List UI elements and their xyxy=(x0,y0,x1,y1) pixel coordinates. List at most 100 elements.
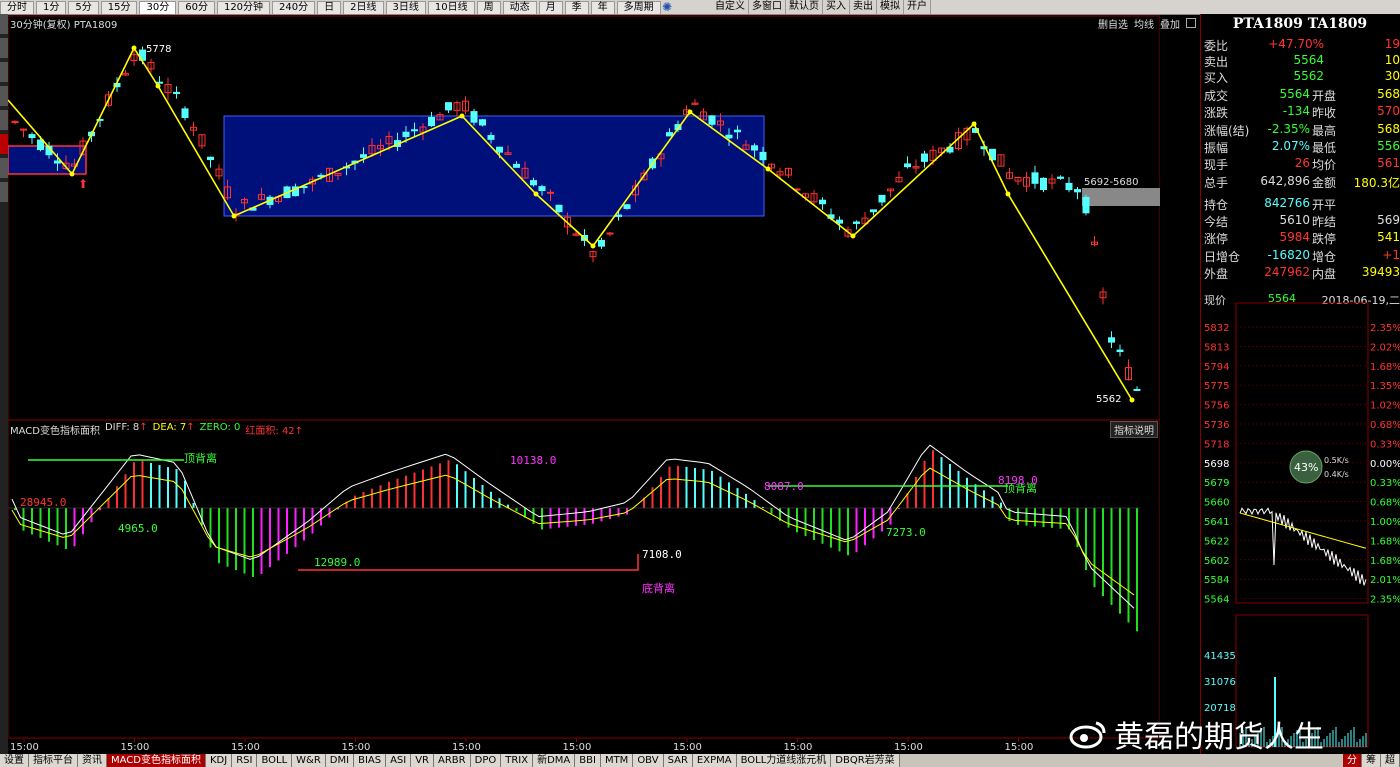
quote-value: 5564 xyxy=(1279,87,1310,101)
quote-value: 569 xyxy=(1377,213,1400,228)
period-tab[interactable]: 分时 xyxy=(0,1,34,14)
quote-label: 日增仓 xyxy=(1204,249,1241,264)
red-area-label: 红面积: 42↑ xyxy=(245,426,304,437)
side-tab-active[interactable] xyxy=(0,134,8,154)
indicator-tab[interactable]: 新DMA xyxy=(533,754,576,767)
period-tab[interactable]: 1分 xyxy=(36,1,67,14)
quote-label: 跌停 xyxy=(1312,232,1337,247)
low-annotation: 5562 xyxy=(1096,394,1121,405)
mini-price-label: 5813 xyxy=(1204,342,1229,353)
indicator-tab[interactable]: BOLL xyxy=(257,754,293,767)
indicator-tab[interactable]: MACD变色指标面积 xyxy=(107,754,206,767)
indicator-tab[interactable]: DBQR岩芳菜 xyxy=(831,754,900,767)
macd-area-label: 12989.0 xyxy=(314,556,360,569)
side-tab[interactable] xyxy=(0,14,8,34)
side-tab[interactable] xyxy=(0,110,8,130)
period-tab[interactable]: 日 xyxy=(317,1,342,14)
indicator-tab[interactable]: BBI xyxy=(575,754,601,767)
quote-label: 均价 xyxy=(1312,158,1337,173)
indicator-tab[interactable]: KDJ xyxy=(205,754,233,767)
period-tab[interactable]: 月 xyxy=(538,1,563,14)
zigzag-vertex xyxy=(971,121,977,127)
indicator-tab[interactable]: DPO xyxy=(470,754,502,767)
indicator-tab[interactable]: BIAS xyxy=(354,754,387,767)
indicator-tab[interactable]: DMI xyxy=(325,754,355,767)
bottom-right-tab[interactable]: 超 xyxy=(1381,754,1400,767)
indicator-tab[interactable]: ASI xyxy=(386,754,412,767)
mini-volume-label: 31076 xyxy=(1204,677,1236,688)
indicator-tab[interactable]: W&R xyxy=(292,754,326,767)
indicator-tab[interactable]: 设置 xyxy=(0,754,29,767)
intraday-mini-chart[interactable]: 5832 2.35% 5813 2.02% 5794 1.68% 5775 1.35% 5756… xyxy=(1200,285,1400,755)
kline-chart-area[interactable]: 579057505710567056305590⬆577855625692-56… xyxy=(8,14,1160,753)
ma-link[interactable]: 均线 xyxy=(1134,16,1154,31)
period-tab[interactable]: 5分 xyxy=(68,1,99,14)
macd-legend: MACD变色指标面积 DIFF: 8↑ DEA: 7↑ ZERO: 0 红面积:… xyxy=(10,422,303,437)
quote-extra: 19 xyxy=(1384,37,1400,51)
indicator-help-button[interactable]: 指标说明 xyxy=(1110,421,1158,438)
mini-pct-label: 1.00% xyxy=(1370,517,1400,528)
mini-pct-label: 0.68% xyxy=(1370,420,1400,431)
window-box-icon[interactable] xyxy=(1186,18,1196,28)
period-tab[interactable]: 60分 xyxy=(178,1,215,14)
candle-body xyxy=(181,108,189,118)
macd-name[interactable]: MACD变色指标面积 xyxy=(10,422,100,437)
quote-label: 振幅 xyxy=(1204,140,1229,155)
period-tab[interactable]: 240分 xyxy=(272,1,316,14)
overlay-link[interactable]: 叠加 xyxy=(1160,16,1180,31)
candle-body xyxy=(1108,337,1115,343)
toolbar-button[interactable]: 开户 xyxy=(904,0,931,14)
gear-icon[interactable]: ✺ xyxy=(660,0,674,14)
candle-body xyxy=(496,146,503,153)
period-tab[interactable]: 120分钟 xyxy=(216,1,271,14)
toolbar-button[interactable]: 多窗口 xyxy=(749,0,786,14)
indicator-tab[interactable]: ARBR xyxy=(434,754,471,767)
bottom-right-tab[interactable]: 筹 xyxy=(1362,754,1381,767)
macd-area-label: 7273.0 xyxy=(886,526,926,539)
indicator-tab[interactable]: EXPMA xyxy=(692,754,737,767)
candle-body xyxy=(402,131,410,137)
quote-value: 568 xyxy=(1377,87,1400,101)
indicator-tab[interactable]: OBV xyxy=(633,754,664,767)
period-tab[interactable]: 2日线 xyxy=(343,1,384,14)
indicator-tab[interactable]: 资讯 xyxy=(78,754,107,767)
indicator-tab[interactable]: BOLL力道线涨元机 xyxy=(736,754,832,767)
side-tab[interactable] xyxy=(0,86,8,106)
candle-body xyxy=(1040,177,1047,191)
period-tab[interactable]: 3日线 xyxy=(385,1,426,14)
indicator-tab[interactable]: VR xyxy=(411,754,435,767)
toolbar-button[interactable]: 默认页 xyxy=(786,0,823,14)
quote-label: 总手 xyxy=(1204,175,1229,190)
delete-watchlist-link[interactable]: 删自选 xyxy=(1098,16,1128,31)
side-tab[interactable] xyxy=(0,62,8,82)
period-tab[interactable]: 年 xyxy=(590,1,615,14)
toolbar-button[interactable]: 卖出 xyxy=(850,0,877,14)
candle-body xyxy=(870,209,877,213)
indicator-tab[interactable]: SAR xyxy=(663,754,693,767)
toolbar-button[interactable]: 模拟 xyxy=(877,0,904,14)
candle-body xyxy=(428,116,435,127)
indicator-tab[interactable]: TRIX xyxy=(501,754,534,767)
mini-avg-line xyxy=(1239,512,1367,549)
side-tab[interactable] xyxy=(0,182,8,202)
rate-badge-pct: 43% xyxy=(1294,461,1318,474)
period-tab[interactable]: 季 xyxy=(564,1,589,14)
candle-body xyxy=(555,204,563,213)
period-tab[interactable]: 30分 xyxy=(139,1,177,14)
side-tab[interactable] xyxy=(0,158,8,178)
period-tab[interactable]: 多周期 xyxy=(616,1,661,14)
candle-body xyxy=(598,239,605,247)
candle-body xyxy=(173,91,180,94)
side-tab[interactable] xyxy=(0,38,8,58)
indicator-tab[interactable]: 指标平台 xyxy=(29,754,78,767)
toolbar-button[interactable]: 自定义 xyxy=(712,0,749,14)
indicator-tab[interactable]: RSI xyxy=(232,754,258,767)
bottom-right-tab[interactable]: 分 xyxy=(1343,754,1362,767)
period-tab[interactable]: 15分 xyxy=(100,1,138,14)
mini-pct-label: 2.02% xyxy=(1370,342,1400,353)
period-tab[interactable]: 动态 xyxy=(502,1,537,14)
indicator-tab[interactable]: MTM xyxy=(600,754,634,767)
period-tab[interactable]: 10日线 xyxy=(427,1,475,14)
toolbar-button[interactable]: 买入 xyxy=(823,0,850,14)
period-tab[interactable]: 周 xyxy=(476,1,501,14)
